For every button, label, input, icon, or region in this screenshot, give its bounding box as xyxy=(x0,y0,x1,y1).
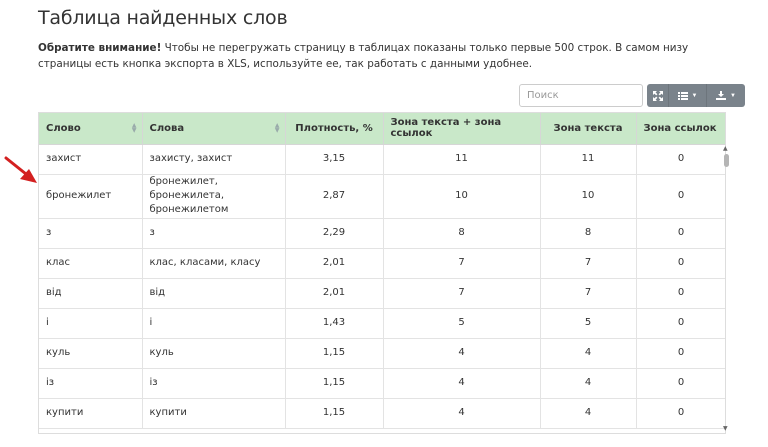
table-cell: 0 xyxy=(636,144,725,175)
toolbar-button-group: ▼ ▼ xyxy=(647,84,745,108)
table-cell: 0 xyxy=(636,308,725,339)
sort-icon: ▲ ▼ xyxy=(131,122,137,134)
expand-icon xyxy=(652,90,663,101)
table-cell: 7 xyxy=(540,248,637,279)
chevron-down-icon: ▼ xyxy=(691,92,698,99)
table-cell: 7 xyxy=(383,278,541,309)
table-cell: 2,01 xyxy=(285,248,384,279)
table-cell: 8 xyxy=(540,218,637,249)
download-icon xyxy=(716,91,727,100)
table-cell: з xyxy=(142,218,286,249)
table-cell: 0 xyxy=(636,368,725,399)
table-cell: 2,87 xyxy=(285,174,384,219)
table-cell: клас xyxy=(39,248,143,279)
table-cell: купити xyxy=(39,398,143,429)
columns-button[interactable]: ▼ xyxy=(669,84,707,107)
table-cell: куль xyxy=(142,338,286,369)
table-cell: 3,15 xyxy=(285,144,384,175)
page-title: Таблица найденных слов xyxy=(38,7,288,29)
table-cell: від xyxy=(39,278,143,309)
table-cell: бронежилет xyxy=(39,174,143,219)
table-cell: 11 xyxy=(540,144,637,175)
column-header[interactable]: Зона ссылок xyxy=(636,113,725,145)
table-cell: 4 xyxy=(383,368,541,399)
column-header[interactable]: Зона текста xyxy=(540,113,637,145)
column-header[interactable]: Слова ▲ ▼ xyxy=(142,113,286,145)
table-cell: 1,15 xyxy=(285,338,384,369)
fullscreen-button[interactable] xyxy=(647,84,669,107)
table-cell: 4 xyxy=(540,338,637,369)
column-header[interactable]: Плотность, % xyxy=(285,113,384,145)
table-cell: 5 xyxy=(383,308,541,339)
table-cell: 1,15 xyxy=(285,368,384,399)
table-cell: купити xyxy=(142,398,286,429)
scroll-up-icon[interactable]: ▲ xyxy=(723,145,728,152)
export-button[interactable]: ▼ xyxy=(707,84,745,107)
table-cell: із xyxy=(142,368,286,399)
table-cell: бронежилет, бронежилета, бронежилетом xyxy=(142,174,286,219)
notice-bold: Обратите внимание! xyxy=(38,42,162,54)
table-row: і і 1,43 5 5 0 xyxy=(39,308,725,339)
search-input[interactable] xyxy=(519,84,643,107)
table-cell: 2,29 xyxy=(285,218,384,249)
column-header[interactable]: Зона текста + зона ссылок xyxy=(383,113,541,145)
table-cell: і xyxy=(39,308,143,339)
table-cell: 0 xyxy=(636,248,725,279)
table-scrollbar[interactable]: ▲ ▼ xyxy=(721,143,733,434)
table-cell: 7 xyxy=(540,278,637,309)
table-cell: захисту, захист xyxy=(142,144,286,175)
table-cell: 2,01 xyxy=(285,278,384,309)
table-cell: 10 xyxy=(540,174,637,219)
table-cell: 1,43 xyxy=(285,308,384,339)
table-row: купити купити 1,15 4 4 0 xyxy=(39,398,725,429)
table-cell: клас, класами, класу xyxy=(142,248,286,279)
table-row: куль куль 1,15 4 4 0 xyxy=(39,338,725,369)
table-cell: 0 xyxy=(636,174,725,219)
table-cell: 0 xyxy=(636,278,725,309)
notice: Обратите внимание! Чтобы не перегружать … xyxy=(38,40,738,72)
scrollbar-thumb[interactable] xyxy=(724,154,729,167)
table-cell: із xyxy=(39,368,143,399)
list-icon xyxy=(677,91,688,100)
table-cell: 10 xyxy=(383,174,541,219)
table-cell: 4 xyxy=(540,368,637,399)
table-cell: і xyxy=(142,308,286,339)
table-cell: 7 xyxy=(383,248,541,279)
table-cell: від xyxy=(142,278,286,309)
column-header[interactable]: Слово ▲ ▼ xyxy=(39,113,143,145)
table-cell: 4 xyxy=(383,398,541,429)
chevron-down-icon: ▼ xyxy=(730,92,736,99)
words-table-container: Слово ▲ ▼ Слова ▲ ▼ Плотность, % Зона текста… xyxy=(38,112,726,434)
table-cell: 4 xyxy=(540,398,637,429)
table-row: із із 1,15 4 4 0 xyxy=(39,368,725,399)
table-cell: 0 xyxy=(636,398,725,429)
table-cell: захист xyxy=(39,144,143,175)
words-table: Слово ▲ ▼ Слова ▲ ▼ Плотность, % Зона текста… xyxy=(39,113,725,429)
table-cell: 11 xyxy=(383,144,541,175)
table-row: бронежилет бронежилет, бронежилета, броне… xyxy=(39,174,725,219)
scroll-down-icon[interactable]: ▼ xyxy=(723,425,728,432)
table-cell: 4 xyxy=(383,338,541,369)
table-row: від від 2,01 7 7 0 xyxy=(39,278,725,309)
table-cell: 1,15 xyxy=(285,398,384,429)
table-cell: 8 xyxy=(383,218,541,249)
table-cell: з xyxy=(39,218,143,249)
table-header-row: Слово ▲ ▼ Слова ▲ ▼ Плотность, % Зона текста… xyxy=(39,113,725,145)
table-toolbar: ▼ ▼ xyxy=(519,84,745,108)
table-cell: 0 xyxy=(636,338,725,369)
table-cell: 0 xyxy=(636,218,725,249)
table-cell: 5 xyxy=(540,308,637,339)
sort-icon: ▲ ▼ xyxy=(274,122,280,134)
red-arrow-icon xyxy=(4,156,37,183)
table-row: захист захисту, захист 3,15 11 11 0 xyxy=(39,144,725,175)
table-cell: куль xyxy=(39,338,143,369)
table-row: з з 2,29 8 8 0 xyxy=(39,218,725,249)
table-row: клас клас, класами, класу 2,01 7 7 0 xyxy=(39,248,725,279)
